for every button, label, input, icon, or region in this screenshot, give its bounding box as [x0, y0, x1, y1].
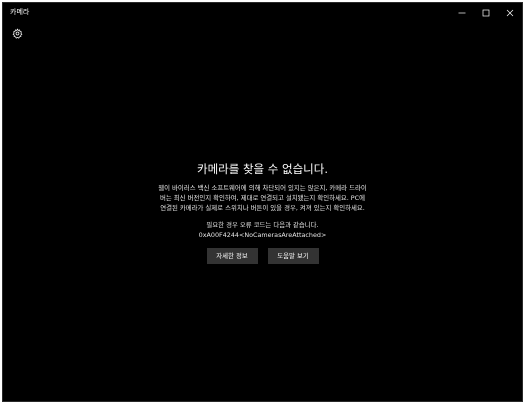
error-description-line: 버는 최신 버전인지 확인하여, 제대로 연결되고 설치됐는지 확인하세요. P… [159, 194, 365, 202]
error-panel: 카메라를 찾을 수 없습니다. 웹이 바이러스 백신 소프트웨어에 의해 차단되… [3, 161, 522, 264]
maximize-icon [482, 9, 490, 17]
error-description-line: 웹이 바이러스 백신 소프트웨어에 의해 차단되어 있지는 않은지, 카메라 드… [158, 184, 367, 192]
camera-app-window: 카메라 카메라를 찾을 수 없습니다. 웹이 바이러스 백신 소프트웨어에 의해… [2, 2, 523, 402]
minimize-icon [458, 12, 466, 14]
minimize-button[interactable] [450, 3, 474, 23]
app-title: 카메라 [10, 8, 30, 16]
error-description-line: 연결된 카메라가 실제로 스위치나 버튼이 있을 경우, 켜져 있는지 확인하세… [160, 204, 365, 212]
caption-buttons [450, 3, 522, 23]
close-icon [506, 9, 514, 17]
close-button[interactable] [498, 3, 522, 23]
error-code-block: 필요한 경우 오류 코드는 다음과 같습니다. 0xA00F4244<NoCam… [3, 220, 522, 240]
error-code: 0xA00F4244<NoCamerasAreAttached> [198, 231, 327, 239]
error-code-intro: 필요한 경우 오류 코드는 다음과 같습니다. [206, 221, 319, 229]
get-help-button[interactable]: 도움말 보기 [267, 248, 319, 264]
error-headline: 카메라를 찾을 수 없습니다. [196, 162, 328, 176]
maximize-button[interactable] [474, 3, 498, 23]
gear-icon [12, 27, 22, 39]
error-description: 웹이 바이러스 백신 소프트웨어에 의해 차단되어 있지는 않은지, 카메라 드… [123, 183, 403, 213]
more-details-button[interactable]: 자세한 정보 [206, 248, 258, 264]
action-buttons: 자세한 정보 도움말 보기 [3, 248, 522, 264]
settings-button[interactable] [9, 25, 25, 41]
title-bar[interactable]: 카메라 [3, 3, 522, 23]
